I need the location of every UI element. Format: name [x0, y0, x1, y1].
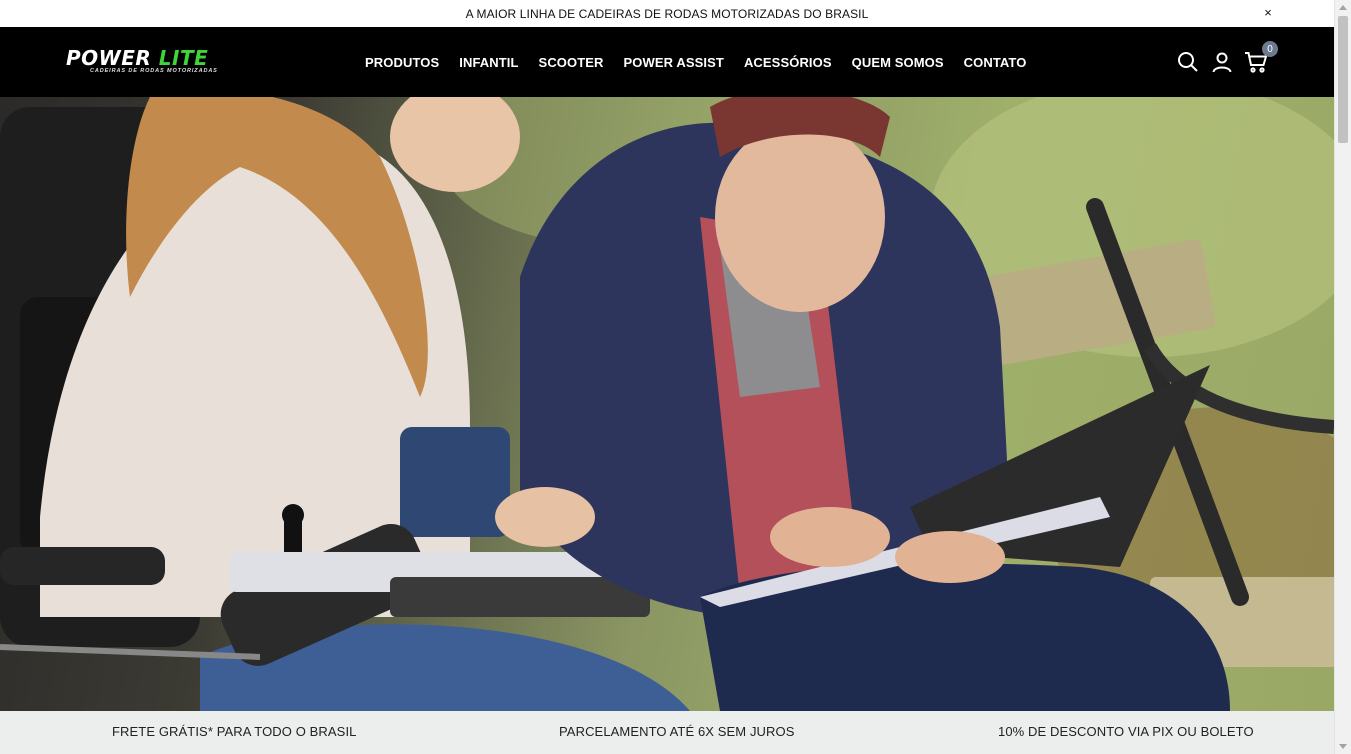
nav-item-infantil[interactable]: INFANTIL: [459, 55, 518, 70]
nav-item-contato[interactable]: CONTATO: [964, 55, 1027, 70]
logo-tagline: CADEIRAS DE RODAS MOTORIZADAS: [90, 68, 218, 74]
scrollbar-thumb[interactable]: [1338, 16, 1348, 143]
nav-item-scooter[interactable]: SCOOTER: [539, 55, 604, 70]
cart-count-badge: 0: [1262, 41, 1278, 57]
main-nav: PRODUTOS INFANTIL SCOOTER POWER ASSIST A…: [365, 27, 1026, 97]
close-icon[interactable]: ×: [1264, 5, 1272, 21]
nav-item-acessorios[interactable]: ACESSÓRIOS: [744, 55, 832, 70]
user-icon[interactable]: [1210, 50, 1234, 74]
search-icon[interactable]: [1176, 50, 1200, 74]
nav-item-quem-somos[interactable]: QUEM SOMOS: [852, 55, 944, 70]
hero-banner[interactable]: [0, 97, 1334, 711]
cart-button[interactable]: 0: [1244, 41, 1278, 74]
header-actions: 0: [1176, 27, 1278, 97]
scroll-up-arrow-icon[interactable]: [1339, 5, 1347, 10]
logo[interactable]: POWER LITE CADEIRAS DE RODAS MOTORIZADAS: [66, 47, 228, 77]
logo-word-power: POWER: [66, 46, 152, 70]
logo-word-lite: LITE: [158, 46, 209, 70]
nav-item-produtos[interactable]: PRODUTOS: [365, 55, 439, 70]
announcement-text: A MAIOR LINHA DE CADEIRAS DE RODAS MOTOR…: [465, 6, 869, 21]
announcement-bar: A MAIOR LINHA DE CADEIRAS DE RODAS MOTOR…: [0, 0, 1334, 27]
site-header: POWER LITE CADEIRAS DE RODAS MOTORIZADAS…: [0, 27, 1334, 97]
nav-item-power-assist[interactable]: POWER ASSIST: [624, 55, 724, 70]
benefit-free-shipping: FRETE GRÁTIS* PARA TODO O BRASIL: [112, 724, 357, 739]
benefit-installments: PARCELAMENTO ATÉ 6X SEM JUROS: [559, 724, 795, 739]
page-scrollbar[interactable]: [1334, 0, 1351, 754]
benefit-discount: 10% DE DESCONTO VIA PIX OU BOLETO: [998, 724, 1254, 739]
scroll-down-arrow-icon[interactable]: [1339, 744, 1347, 749]
hero-image: [0, 97, 1334, 711]
benefits-bar: FRETE GRÁTIS* PARA TODO O BRASIL PARCELA…: [0, 711, 1334, 754]
